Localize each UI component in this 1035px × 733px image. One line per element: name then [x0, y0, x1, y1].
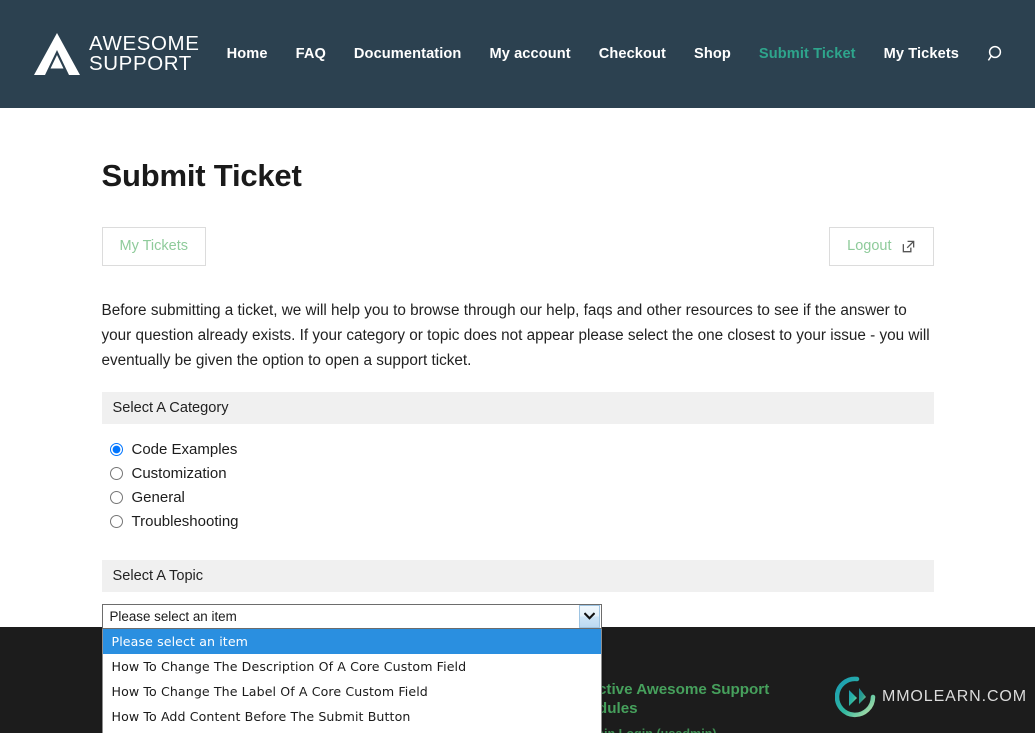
topic-option-4[interactable]: How To Add Content BEFORE the Subject Li…	[103, 729, 601, 733]
category-radio-list: Code Examples Customization General Trou…	[102, 438, 934, 534]
site-logo[interactable]: AWESOME SUPPORT	[34, 26, 200, 82]
search-button[interactable]	[979, 37, 1013, 71]
category-label-code-examples[interactable]: Code Examples	[132, 441, 238, 458]
category-option-general[interactable]: General	[109, 486, 934, 510]
radio-general[interactable]	[109, 491, 123, 505]
topic-option-3[interactable]: How To Add Content Before The Submit But…	[103, 704, 601, 729]
nav-item-faq[interactable]: FAQ	[282, 40, 340, 68]
main-content: Submit Ticket My Tickets Logout Before s…	[0, 108, 1035, 733]
main-navigation: Home FAQ Documentation My account Checko…	[213, 37, 1035, 71]
topic-select-area: Please select an item Please select an i…	[101, 603, 602, 733]
search-icon	[987, 45, 1002, 61]
intro-paragraph: Before submitting a ticket, we will help…	[101, 302, 930, 369]
topic-select-arrow-button[interactable]	[578, 604, 600, 628]
category-option-customization[interactable]: Customization	[109, 462, 934, 486]
nav-item-checkout[interactable]: Checkout	[585, 40, 680, 68]
logo-text: AWESOME SUPPORT	[89, 33, 200, 75]
watermark-text: MMOLEARN.COM	[881, 688, 1027, 705]
topic-option-1[interactable]: How To Change The Description Of A Core …	[103, 654, 601, 679]
category-label-customization[interactable]: Customization	[132, 465, 227, 482]
nav-item-submit-ticket[interactable]: Submit Ticket	[745, 40, 870, 68]
topic-section-header: Select A Topic	[101, 559, 934, 592]
topic-option-2[interactable]: How To Change The Label Of A Core Custom…	[103, 679, 601, 704]
category-section-header: Select A Category	[101, 391, 934, 424]
topic-select[interactable]: Please select an item	[101, 603, 602, 629]
footer-column-3: Inactive Awesome Support Modules Admin L…	[576, 680, 812, 733]
nav-item-home[interactable]: Home	[213, 40, 282, 68]
category-label-general[interactable]: General	[132, 489, 185, 506]
logout-button[interactable]: Logout	[829, 227, 934, 267]
chevron-down-icon	[583, 612, 595, 620]
radio-troubleshooting[interactable]	[109, 515, 123, 529]
topic-select-value: Please select an item	[109, 608, 237, 624]
nav-item-my-tickets[interactable]: My Tickets	[870, 40, 973, 68]
watermark: MMOLEARN.COM	[834, 675, 1027, 719]
site-header: AWESOME SUPPORT Home FAQ Documentation M…	[0, 0, 1035, 108]
nav-item-shop[interactable]: Shop	[680, 40, 745, 68]
nav-item-documentation[interactable]: Documentation	[340, 40, 476, 68]
topic-dropdown-list: Please select an item How To Change The …	[101, 628, 602, 733]
footer-heading-inactive-modules: Inactive Awesome Support Modules	[576, 681, 770, 718]
radio-customization[interactable]	[109, 467, 123, 481]
external-link-icon	[902, 240, 914, 253]
nav-item-my-account[interactable]: My account	[475, 40, 584, 68]
logout-button-label: Logout	[847, 238, 892, 254]
my-tickets-button[interactable]: My Tickets	[101, 227, 206, 267]
category-label-troubleshooting[interactable]: Troubleshooting	[132, 513, 239, 530]
mmolearn-swirl-logo-icon	[834, 676, 876, 718]
category-option-code-examples[interactable]: Code Examples	[109, 438, 934, 462]
footer-sub-admin-login[interactable]: Admin Login (usadmin)	[576, 726, 794, 733]
page-root: AWESOME SUPPORT Home FAQ Documentation M…	[0, 0, 1035, 733]
logo-line-2: SUPPORT	[89, 52, 192, 75]
category-option-troubleshooting[interactable]: Troubleshooting	[109, 510, 934, 534]
my-tickets-button-label: My Tickets	[119, 238, 188, 254]
action-button-row: My Tickets Logout	[101, 227, 934, 267]
awesome-support-logo-mark	[34, 33, 80, 75]
page-title: Submit Ticket	[101, 158, 302, 193]
radio-code-examples[interactable]	[109, 443, 123, 457]
topic-option-0[interactable]: Please select an item	[102, 628, 601, 654]
